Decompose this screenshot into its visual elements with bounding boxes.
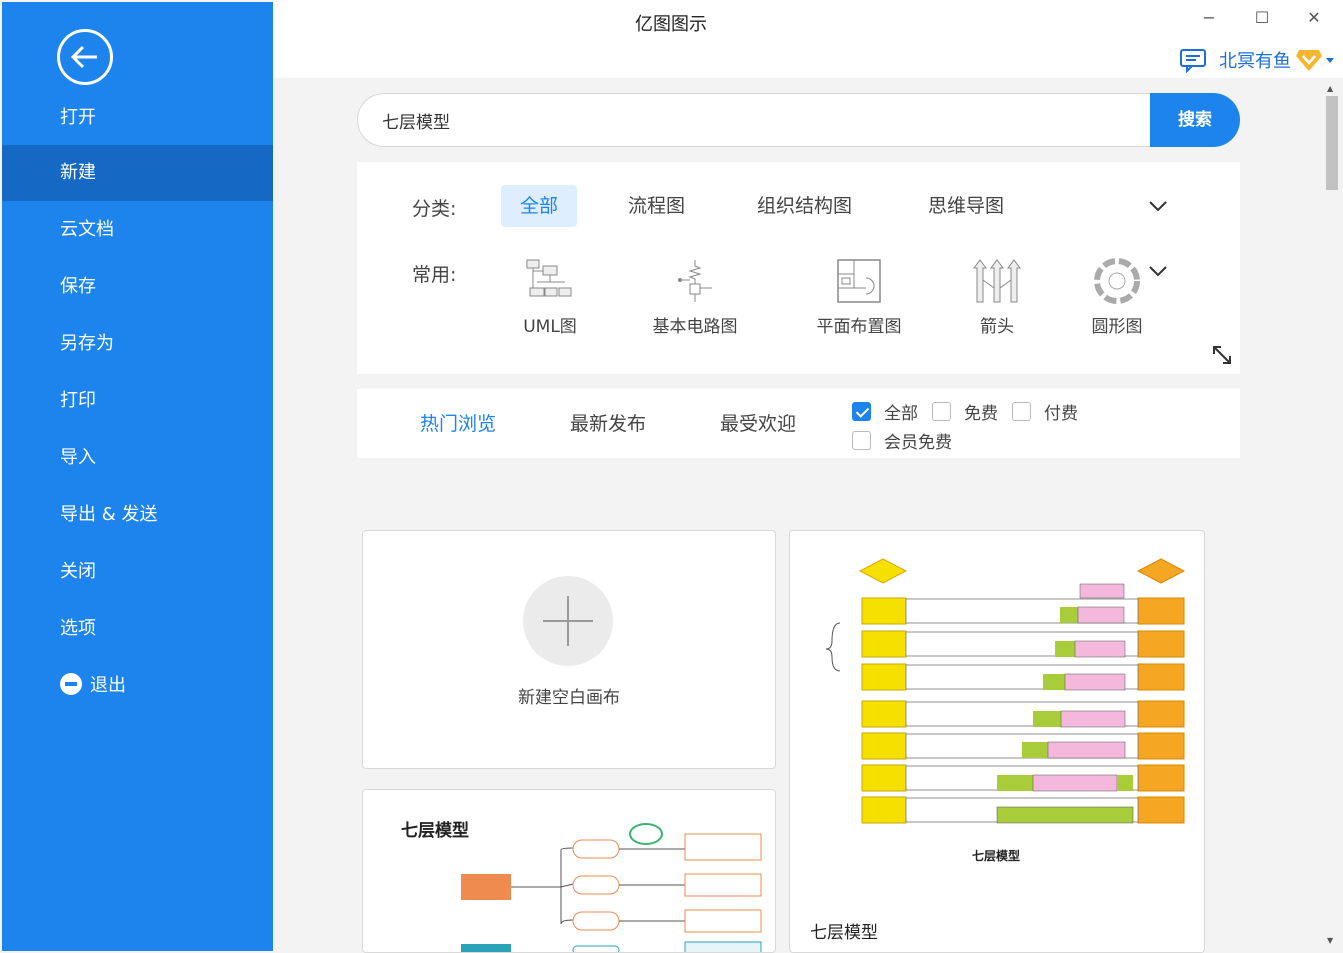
minimize-button[interactable]: − [1199, 8, 1219, 28]
template-card-osi-mindmap[interactable]: 七层模型 [362, 789, 776, 953]
expand-panel-icon[interactable] [1211, 344, 1233, 366]
tool-floor-plan-label: 平面布置图 [816, 317, 902, 337]
tool-circuit-label: 基本电路图 [652, 317, 738, 337]
sidebar-item-open[interactable]: 打开 [2, 90, 273, 146]
tool-uml[interactable]: UML图 [515, 258, 585, 337]
sidebar-item-export-send[interactable]: 导出 & 发送 [2, 487, 273, 543]
maximize-button[interactable]: ☐ [1252, 8, 1272, 28]
mindmap-thumbnail [461, 823, 762, 952]
tab-mind-map[interactable]: 思维导图 [909, 185, 1023, 227]
search-bar: 搜索 [357, 93, 1240, 147]
tab-most-popular[interactable]: 最受欢迎 [720, 409, 796, 436]
checkbox-paid-label: 付费 [1044, 404, 1078, 424]
tab-newest[interactable]: 最新发布 [570, 409, 646, 436]
user-name[interactable]: 北冥有鱼 [1219, 47, 1291, 73]
close-button[interactable]: ✕ [1304, 8, 1324, 28]
checkbox-free-box[interactable] [932, 402, 951, 421]
category-label: 分类: [412, 198, 457, 220]
category-panel: 分类: 全部 流程图 组织结构图 思维导图 常用: UML图 基本电路图 平面布… [357, 162, 1240, 374]
sidebar-item-exit[interactable]: 退出 [2, 658, 273, 714]
sidebar-item-import[interactable]: 导入 [2, 430, 273, 486]
sidebar-item-cloud-docs[interactable]: 云文档 [2, 202, 273, 258]
template-card-osi-layers[interactable]: 七层模型 七层模型 [789, 530, 1205, 953]
arrows-icon [973, 259, 1021, 303]
expand-tools-chevron-icon[interactable] [1147, 260, 1169, 282]
template-caption: 七层模型 [972, 849, 1021, 863]
app-title: 亿图图示 [635, 14, 707, 35]
back-button[interactable] [57, 29, 113, 85]
tool-arrows[interactable]: 箭头 [969, 258, 1025, 337]
sidebar-item-save[interactable]: 保存 [2, 259, 273, 315]
tab-all[interactable]: 全部 [501, 185, 578, 227]
template-thumbnail [825, 558, 1186, 824]
sidebar-item-print[interactable]: 打印 [2, 373, 273, 429]
checkbox-all-label: 全部 [884, 404, 918, 424]
message-icon[interactable] [1179, 47, 1211, 73]
circular-diagram-icon [1094, 258, 1140, 304]
tool-circuit[interactable]: 基本电路图 [645, 258, 745, 337]
sidebar-item-options[interactable]: 选项 [2, 601, 273, 657]
tool-circular[interactable]: 圆形图 [1082, 258, 1152, 337]
circuit-diagram-icon [678, 260, 712, 302]
vertical-scrollbar[interactable]: ▲ ▼ [1323, 80, 1341, 951]
search-input[interactable] [357, 93, 1157, 147]
search-button[interactable]: 搜索 [1150, 93, 1240, 147]
sidebar-item-new[interactable]: 新建 [2, 145, 273, 201]
tool-circular-label: 圆形图 [1091, 317, 1143, 337]
tool-arrows-label: 箭头 [980, 317, 1014, 337]
tool-floor-plan[interactable]: 平面布置图 [809, 258, 909, 337]
arrow-left-icon [70, 45, 97, 69]
checkbox-free[interactable]: 免费 [932, 399, 998, 424]
checkbox-member-free-box[interactable] [852, 431, 871, 450]
new-blank-canvas-card[interactable]: 新建空白画布 [362, 530, 776, 769]
osi-rows [861, 597, 1185, 824]
floor-plan-icon [837, 259, 881, 303]
title-bar: 亿图图示 − ☐ ✕ 北冥有鱼 [273, 0, 1343, 78]
sidebar-item-close[interactable]: 关闭 [2, 544, 273, 600]
uml-diagram-icon [526, 259, 572, 297]
sidebar-item-exit-label: 退出 [90, 675, 126, 696]
checkbox-all-box[interactable] [852, 402, 871, 421]
tab-org-chart[interactable]: 组织结构图 [738, 185, 871, 227]
checkbox-member-free[interactable]: 会员免费 [852, 428, 952, 453]
vip-diamond-icon [1296, 50, 1322, 71]
plus-icon[interactable] [523, 576, 613, 666]
tab-flowchart[interactable]: 流程图 [609, 185, 704, 227]
tab-hot[interactable]: 热门浏览 [420, 409, 496, 436]
scroll-thumb[interactable] [1326, 96, 1338, 190]
sidebar-item-save-as[interactable]: 另存为 [2, 316, 273, 372]
checkbox-paid[interactable]: 付费 [1012, 399, 1078, 424]
expand-categories-chevron-icon[interactable] [1147, 195, 1169, 217]
checkbox-free-label: 免费 [964, 404, 998, 424]
common-label: 常用: [412, 264, 457, 286]
caret-down-icon[interactable] [1323, 54, 1337, 66]
user-area[interactable]: 北冥有鱼 [1179, 46, 1337, 74]
checkbox-member-free-label: 会员免费 [884, 433, 952, 453]
checkbox-all[interactable]: 全部 [852, 399, 918, 424]
exit-icon [60, 673, 82, 695]
checkbox-paid-box[interactable] [1012, 402, 1031, 421]
new-blank-canvas-label: 新建空白画布 [518, 688, 620, 708]
scroll-down-icon[interactable]: ▼ [1327, 936, 1333, 945]
tool-uml-label: UML图 [523, 317, 577, 337]
scroll-up-icon[interactable]: ▲ [1327, 84, 1333, 93]
sidebar: 打开 新建 云文档 保存 另存为 打印 导入 导出 & 发送 关闭 选项 退出 [2, 2, 273, 951]
template-title: 七层模型 [810, 923, 878, 943]
filter-panel: 热门浏览 最新发布 最受欢迎 全部 免费 付费 会员免费 [357, 389, 1240, 458]
